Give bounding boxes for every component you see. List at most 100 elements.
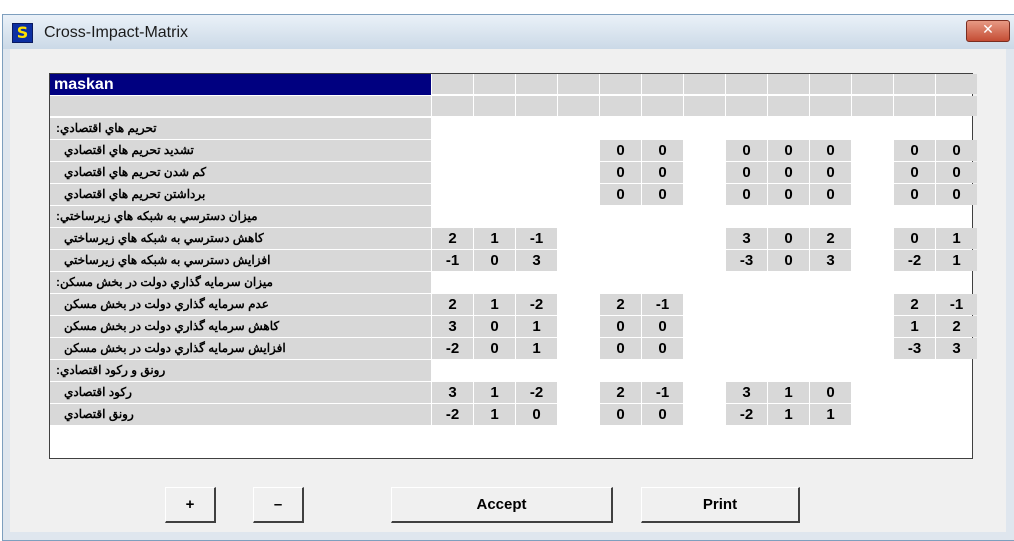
matrix-cell[interactable]: 0 [768, 162, 809, 183]
matrix-cell[interactable]: 2 [810, 228, 851, 249]
column-header-cell[interactable] [642, 96, 683, 116]
matrix-cell[interactable]: 2 [600, 294, 641, 315]
matrix-cell[interactable]: -1 [516, 228, 557, 249]
matrix-cell[interactable]: 2 [936, 316, 977, 337]
matrix-cell[interactable]: -1 [936, 294, 977, 315]
matrix-cell[interactable]: -2 [432, 404, 473, 425]
close-button[interactable]: ✕ [966, 20, 1010, 42]
matrix-cell[interactable]: 0 [474, 250, 515, 271]
matrix-cell[interactable]: 0 [600, 404, 641, 425]
column-header-cell[interactable] [642, 74, 683, 94]
column-header-cell[interactable] [432, 74, 473, 94]
title-bar[interactable]: S Cross-Impact-Matrix ✕ [3, 15, 1014, 49]
matrix-cell[interactable]: -2 [432, 338, 473, 359]
matrix-cell[interactable]: 0 [894, 140, 935, 161]
column-header-cell[interactable] [684, 74, 725, 94]
matrix-cell[interactable]: 1 [474, 382, 515, 403]
column-header-cell[interactable] [894, 74, 935, 94]
column-header-cell[interactable] [600, 74, 641, 94]
column-header-cell[interactable] [726, 96, 767, 116]
matrix-cell[interactable]: 0 [936, 140, 977, 161]
matrix-cell[interactable]: -2 [726, 404, 767, 425]
matrix-cell[interactable]: 1 [474, 228, 515, 249]
column-header-cell[interactable] [474, 74, 515, 94]
matrix-cell[interactable]: 2 [894, 294, 935, 315]
matrix-cell[interactable]: 1 [768, 382, 809, 403]
matrix-cell[interactable]: 0 [600, 338, 641, 359]
cross-impact-grid[interactable]: maskan تحريم هاي اقتصادي: تشديد تحريم هاي… [49, 73, 977, 459]
column-header-cell[interactable] [516, 74, 557, 94]
matrix-cell[interactable]: 0 [642, 162, 683, 183]
column-header-cell[interactable] [936, 96, 977, 116]
matrix-cell[interactable]: 0 [936, 162, 977, 183]
matrix-cell[interactable]: 3 [432, 382, 473, 403]
matrix-cell[interactable]: 1 [474, 404, 515, 425]
matrix-cell[interactable]: 0 [894, 228, 935, 249]
column-header-cell[interactable] [432, 96, 473, 116]
column-header-cell[interactable] [768, 96, 809, 116]
matrix-cell[interactable]: 0 [936, 184, 977, 205]
column-header-cell[interactable] [558, 96, 599, 116]
matrix-cell[interactable]: 0 [810, 184, 851, 205]
matrix-cell[interactable]: 1 [936, 250, 977, 271]
column-header-cell[interactable] [852, 74, 893, 94]
matrix-cell[interactable]: 3 [432, 316, 473, 337]
accept-button[interactable]: Accept [391, 487, 613, 523]
column-header-cell[interactable] [684, 96, 725, 116]
matrix-cell[interactable]: 0 [810, 140, 851, 161]
matrix-cell[interactable]: 0 [600, 140, 641, 161]
column-header-cell[interactable] [516, 96, 557, 116]
matrix-cell[interactable]: 1 [894, 316, 935, 337]
matrix-cell[interactable]: -2 [516, 382, 557, 403]
matrix-cell[interactable]: 0 [726, 162, 767, 183]
matrix-cell[interactable]: -3 [726, 250, 767, 271]
matrix-cell[interactable]: 2 [600, 382, 641, 403]
matrix-cell[interactable]: -3 [894, 338, 935, 359]
matrix-cell[interactable]: 0 [600, 316, 641, 337]
matrix-cell[interactable]: 0 [810, 382, 851, 403]
matrix-cell[interactable]: -2 [894, 250, 935, 271]
matrix-cell[interactable]: 0 [600, 184, 641, 205]
matrix-cell[interactable]: 0 [768, 250, 809, 271]
matrix-cell[interactable]: 0 [642, 140, 683, 161]
matrix-cell[interactable]: 0 [474, 316, 515, 337]
matrix-cell[interactable]: 1 [474, 294, 515, 315]
matrix-cell[interactable]: -2 [516, 294, 557, 315]
matrix-cell[interactable]: 3 [936, 338, 977, 359]
matrix-cell[interactable]: 3 [810, 250, 851, 271]
matrix-cell[interactable]: 0 [768, 184, 809, 205]
matrix-cell[interactable]: 2 [432, 228, 473, 249]
matrix-cell[interactable]: 2 [432, 294, 473, 315]
matrix-cell[interactable]: 0 [642, 184, 683, 205]
matrix-cell[interactable]: 0 [642, 338, 683, 359]
print-button[interactable]: Print [641, 487, 800, 523]
matrix-cell[interactable]: 3 [726, 382, 767, 403]
matrix-cell[interactable]: 0 [726, 184, 767, 205]
matrix-cell[interactable]: 1 [768, 404, 809, 425]
matrix-cell[interactable]: 1 [936, 228, 977, 249]
column-header-cell[interactable] [852, 96, 893, 116]
matrix-cell[interactable]: 0 [768, 140, 809, 161]
column-header-cell[interactable] [474, 96, 515, 116]
matrix-cell[interactable]: 0 [600, 162, 641, 183]
matrix-cell[interactable]: 1 [516, 338, 557, 359]
matrix-cell[interactable]: 3 [726, 228, 767, 249]
column-header-cell[interactable] [726, 74, 767, 94]
matrix-cell[interactable]: 0 [894, 184, 935, 205]
matrix-cell[interactable]: 0 [474, 338, 515, 359]
matrix-cell[interactable]: 1 [516, 316, 557, 337]
matrix-cell[interactable]: 1 [810, 404, 851, 425]
matrix-cell[interactable]: 0 [810, 162, 851, 183]
column-header-cell[interactable] [936, 74, 977, 94]
column-header-cell[interactable] [810, 74, 851, 94]
matrix-cell[interactable]: 0 [894, 162, 935, 183]
matrix-cell[interactable]: 3 [516, 250, 557, 271]
column-header-cell[interactable] [600, 96, 641, 116]
add-button[interactable]: + [165, 487, 216, 523]
matrix-cell[interactable]: -1 [432, 250, 473, 271]
column-header-cell[interactable] [810, 96, 851, 116]
matrix-cell[interactable]: 0 [726, 140, 767, 161]
matrix-cell[interactable]: 0 [516, 404, 557, 425]
column-header-cell[interactable] [894, 96, 935, 116]
matrix-cell[interactable]: 0 [642, 404, 683, 425]
